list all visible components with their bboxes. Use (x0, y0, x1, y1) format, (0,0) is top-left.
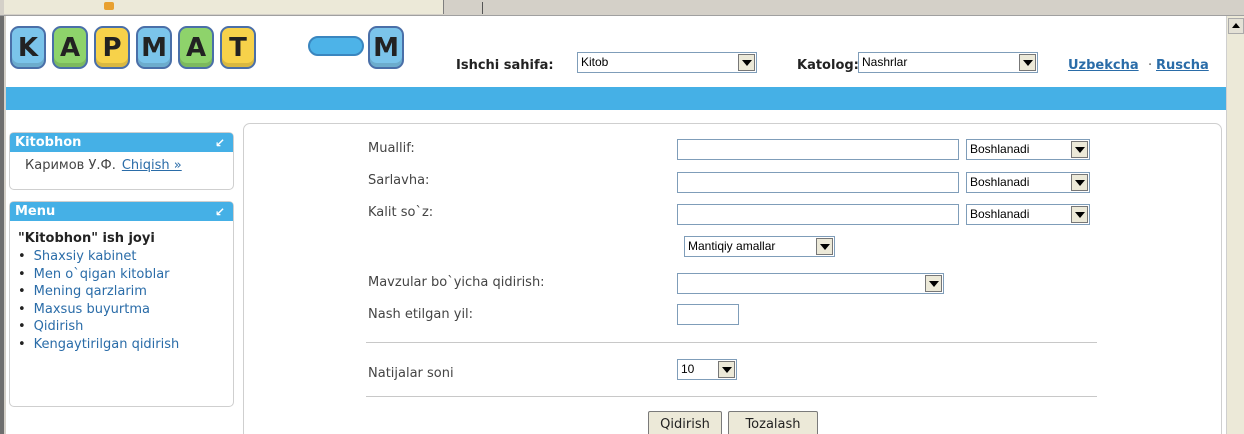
year-label: Nash etilgan yil: (368, 307, 474, 322)
menu-box-header: Menu (10, 202, 233, 222)
results-count-value: 10 (681, 362, 695, 376)
menu-box: Menu "Kitobhon" ish joyi Shaxsiy kabinet… (9, 201, 234, 407)
lang-russian-link[interactable]: Ruscha (1156, 58, 1209, 73)
menu-item-qidirish[interactable]: Qidirish (18, 318, 233, 336)
results-count-select[interactable]: 10 (677, 359, 737, 380)
menu-heading: "Kitobhon" ish joyi (18, 231, 155, 246)
logo-bar-icon (308, 36, 364, 56)
user-box: Kitobhon Каримов У.Ф. Chiqish » (9, 132, 234, 190)
catalog-select-value: Nashrlar (862, 55, 908, 69)
author-label: Muallif: (368, 141, 415, 156)
header-band (6, 87, 1226, 110)
keyword-match-value: Boshlanadi (970, 207, 1030, 221)
menu-item-qarzlarim[interactable]: Mening qarzlarim (18, 283, 233, 301)
collapse-icon[interactable] (215, 134, 225, 153)
title-input[interactable] (677, 172, 959, 193)
year-input[interactable] (677, 304, 739, 325)
browser-tab[interactable] (4, 0, 444, 14)
dropdown-arrow-icon[interactable] (1071, 174, 1088, 191)
clear-button[interactable]: Tozalash (728, 411, 818, 434)
dropdown-arrow-icon[interactable] (816, 238, 833, 255)
scroll-up-icon[interactable] (1228, 18, 1244, 34)
results-count-label: Natijalar soni (368, 366, 454, 381)
menu-item-oqigan-kitoblar[interactable]: Men o`qigan kitoblar (18, 266, 233, 284)
author-match-value: Boshlanadi (970, 142, 1030, 156)
dropdown-arrow-icon[interactable] (1019, 54, 1036, 71)
title-label: Sarlavha: (368, 173, 430, 188)
logo-letter: P (94, 26, 130, 69)
collapse-icon[interactable] (215, 203, 225, 222)
user-box-header: Kitobhon (10, 133, 233, 153)
logo-letter: M (136, 26, 172, 69)
logo-letter: A (178, 26, 214, 69)
keyword-input[interactable] (677, 204, 959, 225)
workspace-select[interactable]: Kitob (577, 52, 757, 73)
author-input[interactable] (677, 139, 959, 160)
divider (366, 342, 1097, 343)
logo-letter: M (368, 26, 404, 69)
dropdown-arrow-icon[interactable] (1071, 206, 1088, 223)
favicon-icon (104, 2, 114, 10)
menu-item-kengaytirilgan-qidirish[interactable]: Kengaytirilgan qidirish (18, 336, 233, 354)
catalog-select[interactable]: Nashrlar (858, 52, 1038, 73)
workspace-select-value: Kitob (581, 55, 609, 69)
logic-ops-select[interactable]: Mantiqiy amallar (684, 236, 835, 257)
menu-item-shaxsiy-kabinet[interactable]: Shaxsiy kabinet (18, 248, 233, 266)
title-match-value: Boshlanadi (970, 175, 1030, 189)
vertical-scrollbar[interactable] (1226, 16, 1244, 434)
lang-uzbek-link[interactable]: Uzbekcha (1068, 58, 1139, 73)
logo-letter: A (52, 26, 88, 69)
menu-item-maxsus-buyurtma[interactable]: Maxsus buyurtma (18, 301, 233, 319)
menu-box-title: Menu (15, 204, 56, 219)
divider (366, 396, 1097, 397)
author-match-select[interactable]: Boshlanadi (966, 139, 1090, 160)
logic-ops-value: Mantiqiy amallar (688, 239, 776, 253)
logo-letter: K (10, 26, 46, 69)
workspace-label: Ishchi sahifa: (456, 58, 554, 73)
logout-link[interactable]: Chiqish » (122, 158, 182, 173)
subject-select[interactable] (677, 273, 944, 294)
subject-label: Mavzular bo`yicha qidirish: (368, 275, 545, 290)
keyword-match-select[interactable]: Boshlanadi (966, 204, 1090, 225)
title-match-select[interactable]: Boshlanadi (966, 172, 1090, 193)
keyword-label: Kalit so`z: (368, 205, 434, 220)
user-box-title: Kitobhon (15, 135, 82, 150)
dropdown-arrow-icon[interactable] (925, 275, 942, 292)
logo-letter: T (220, 26, 256, 69)
page-header: K A P M A T M Ishchi sahifa: Kitob Katol… (6, 16, 1226, 86)
search-button[interactable]: Qidirish (648, 411, 722, 434)
menu-list: Shaxsiy kabinet Men o`qigan kitoblar Men… (10, 246, 233, 354)
dropdown-arrow-icon[interactable] (738, 54, 755, 71)
toolbar-separator (482, 2, 483, 14)
catalog-label: Katolog: (797, 58, 859, 73)
dropdown-arrow-icon[interactable] (718, 361, 735, 378)
lang-separator: · (1148, 58, 1153, 73)
browser-chrome (0, 0, 1244, 16)
user-line: Каримов У.Ф. Chiqish » (10, 152, 233, 173)
dropdown-arrow-icon[interactable] (1071, 141, 1088, 158)
user-name: Каримов У.Ф. (25, 158, 116, 173)
